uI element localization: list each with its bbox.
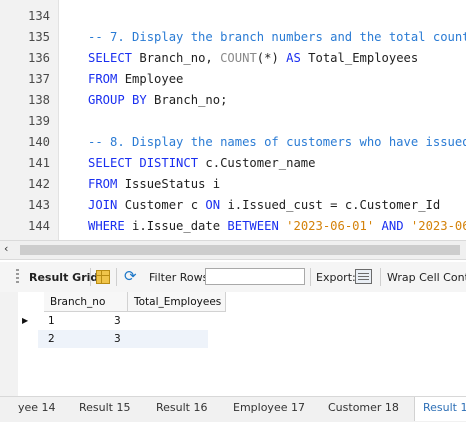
result-grid[interactable]: Branch_no Total_Employees ▶ 1 3 2 3 (18, 292, 466, 396)
code-token: i.Issue_date (124, 219, 228, 233)
scrollbar-thumb[interactable] (20, 245, 460, 255)
code-token: Total_Employees (300, 51, 419, 65)
code-text[interactable]: GROUP BY Branch_no; (88, 90, 227, 111)
line-number: 140 (27, 135, 50, 149)
wrap-cell-content-button[interactable]: Wrap Cell Conten (387, 271, 466, 284)
toolbar-separator (380, 268, 381, 286)
code-token: ON (205, 198, 221, 212)
code-token: AS (286, 51, 301, 65)
code-token: '2023-06-01' (286, 219, 375, 233)
line-number: 143 (27, 198, 50, 212)
code-token: SELECT (88, 51, 133, 65)
tab-result-19[interactable]: Result 19 (414, 397, 466, 421)
result-grid-button[interactable]: Result Grid (29, 271, 98, 284)
code-token: SELECT DISTINCT (88, 156, 199, 170)
tab-employee-14[interactable]: yee 14 (18, 397, 56, 421)
results-left-gutter (0, 292, 18, 396)
line-number: 142 (27, 177, 50, 191)
code-token: '2023-06-3 (410, 219, 466, 233)
sql-editor[interactable]: 134 135 -- 7. Display the branch numbers a… (0, 0, 466, 240)
table-cell[interactable]: 3 (104, 330, 208, 348)
code-token: AND (381, 219, 404, 233)
code-token: Customer c (117, 198, 206, 212)
code-text[interactable]: JOIN Customer c ON i.Issued_cust = c.Cus… (88, 195, 440, 216)
code-text[interactable]: WHERE i.Issue_date BETWEEN '2023-06-01' … (88, 216, 466, 237)
code-token: Branch_no; (146, 93, 228, 107)
code-token: COUNT (220, 51, 257, 65)
line-number: 135 (27, 30, 50, 44)
scroll-left-arrow-icon[interactable]: ‹ (4, 242, 8, 255)
code-token: WHERE (88, 219, 125, 233)
line-number: 144 (27, 219, 50, 233)
toolbar-separator (90, 268, 91, 286)
line-number: 141 (27, 156, 50, 170)
refresh-icon[interactable]: ⟳ (124, 267, 137, 285)
editor-horizontal-scrollbar[interactable]: ‹ (0, 240, 466, 260)
grid-layout-icon[interactable] (96, 270, 110, 284)
code-text[interactable]: FROM Employee (88, 69, 183, 90)
filter-rows-input[interactable] (205, 268, 305, 285)
code-token: Branch_no, (132, 51, 221, 65)
code-text[interactable]: SELECT Branch_no, COUNT(*) AS Total_Empl… (88, 48, 418, 69)
code-token: FROM (88, 177, 118, 191)
code-token: (*) (256, 51, 287, 65)
table-cell[interactable]: 3 (104, 312, 204, 330)
code-token: Employee (117, 72, 184, 86)
code-text[interactable]: -- 7. Display the branch numbers and the… (88, 27, 466, 48)
code-text[interactable]: FROM IssueStatus i (88, 174, 220, 195)
export-label: Export: (316, 271, 356, 284)
tab-employee-17[interactable]: Employee 17 (233, 397, 305, 421)
code-token: JOIN (88, 198, 118, 212)
filter-rows-label: Filter Rows: (149, 271, 213, 284)
code-text[interactable]: -- 8. Display the names of customers who… (88, 132, 466, 153)
line-number: 138 (27, 93, 50, 107)
code-token: c.Customer_name (198, 156, 316, 170)
column-header-branch-no[interactable]: Branch_no (44, 292, 128, 312)
results-toolbar: Result Grid ⟳ Filter Rows: Export: Wrap … (0, 262, 466, 293)
tab-result-15[interactable]: Result 15 (79, 397, 130, 421)
code-token: -- 7. Display the branch numbers and the… (88, 30, 466, 44)
code-text[interactable]: SELECT DISTINCT c.Customer_name (88, 153, 315, 174)
toolbar-grip-icon (16, 269, 19, 285)
line-number: 136 (27, 51, 50, 65)
code-token: GROUP BY (88, 93, 147, 107)
export-icon[interactable] (355, 269, 372, 284)
code-token: IssueStatus i (117, 177, 221, 191)
line-number: 137 (27, 72, 50, 86)
line-number: 139 (27, 114, 50, 128)
code-token: BETWEEN (227, 219, 279, 233)
code-token: -- 8. Display the names of customers who… (88, 135, 466, 149)
column-header-total-employees[interactable]: Total_Employees (128, 292, 226, 312)
code-token: FROM (88, 72, 118, 86)
tab-result-16[interactable]: Result 16 (156, 397, 207, 421)
code-token: i.Issued_cust = c.Customer_Id (220, 198, 441, 212)
line-number: 134 (27, 9, 50, 23)
toolbar-separator (116, 268, 117, 286)
toolbar-separator (310, 268, 311, 286)
result-tabs-bar: yee 14 Result 15 Result 16 Employee 17 C… (0, 396, 466, 422)
tab-customer-18[interactable]: Customer 18 (328, 397, 399, 421)
